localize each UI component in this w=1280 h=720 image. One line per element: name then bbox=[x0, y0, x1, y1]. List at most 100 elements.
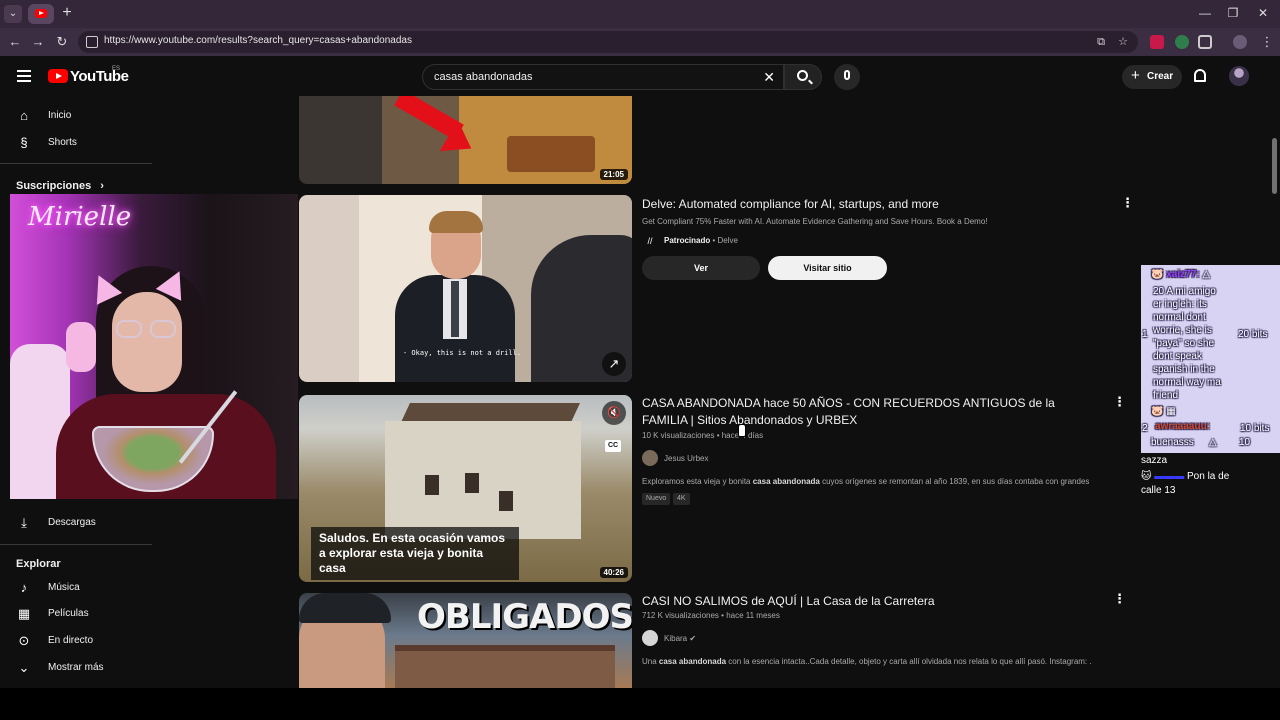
music-note-icon: ♪ bbox=[20, 580, 28, 595]
restore-icon[interactable]: ❐ bbox=[1222, 4, 1244, 22]
sidebar-item-label: Mostrar más bbox=[48, 662, 104, 673]
ad-video-thumbnail[interactable]: - Okay, this is not a drill. ↗ bbox=[299, 195, 632, 382]
ad-title[interactable]: Delve: Automated compliance for AI, star… bbox=[642, 196, 1092, 213]
video-thumbnail[interactable]: OBLIGADOS bbox=[299, 593, 632, 688]
sidebar-item-label: En directo bbox=[48, 635, 94, 646]
chat-bits: 10 bits bbox=[1240, 423, 1270, 434]
channel-avatar[interactable] bbox=[642, 630, 658, 646]
voice-search-button[interactable] bbox=[834, 64, 860, 90]
person-face bbox=[112, 292, 182, 392]
profile-avatar-icon[interactable] bbox=[1233, 35, 1247, 49]
triangle-icon: △ bbox=[1209, 437, 1217, 448]
4k-badge: 4K bbox=[673, 493, 690, 505]
chat-rank-number: 1 bbox=[1142, 329, 1148, 340]
thumbnail-text: OBLIGADOS bbox=[417, 597, 632, 637]
chevron-right-icon: › bbox=[100, 180, 104, 192]
duration-badge: 21:05 bbox=[599, 169, 628, 180]
sidebar-item-live[interactable]: ⊙ En directo bbox=[0, 628, 152, 654]
neon-sign-text: Mirielle bbox=[28, 202, 132, 232]
house-shape bbox=[395, 645, 615, 688]
tab-list-button[interactable]: ⌄ bbox=[4, 5, 22, 23]
chevron-down-icon: ⌄ bbox=[18, 660, 30, 675]
glasses-shape bbox=[114, 320, 180, 340]
sidebar-item-label: Inicio bbox=[48, 110, 72, 121]
sidebar-item-subscriptions[interactable]: Suscripciones › bbox=[16, 180, 104, 192]
site-info-icon[interactable] bbox=[86, 36, 98, 48]
sidebar-item-label: Shorts bbox=[48, 137, 77, 148]
external-link-icon[interactable]: ↗ bbox=[602, 352, 626, 376]
search-button[interactable] bbox=[784, 64, 822, 90]
chat-message: normal way ma bbox=[1153, 377, 1221, 388]
create-button[interactable]: + Crear bbox=[1122, 65, 1182, 89]
duration-badge: 40:26 bbox=[599, 567, 628, 578]
browser-menu-icon[interactable]: ⋮ bbox=[1258, 33, 1276, 51]
sidebar-item-downloads[interactable]: ⤓ Descargas bbox=[0, 510, 152, 536]
pig-emote-icon: 🐷 bbox=[1151, 406, 1164, 417]
avatar[interactable] bbox=[1229, 66, 1249, 86]
minimize-icon[interactable]: — bbox=[1194, 4, 1216, 22]
browser-tab-bar: ⌄ + — ❐ ✕ bbox=[0, 0, 1280, 28]
ad-description: Get Compliant 75% Faster with AI. Automa… bbox=[642, 217, 988, 226]
search-input[interactable]: casas abandonadas ✕ bbox=[422, 64, 784, 90]
headphone-shape bbox=[66, 322, 96, 372]
closed-captions-icon[interactable]: CC bbox=[605, 440, 621, 452]
extension-icon[interactable] bbox=[1150, 35, 1164, 49]
sidebar-divider bbox=[0, 163, 152, 164]
reload-icon[interactable]: ↻ bbox=[53, 33, 71, 51]
scrollbar-thumb[interactable] bbox=[1272, 138, 1277, 194]
menu-icon[interactable] bbox=[17, 70, 31, 82]
cat-emote-icon: 🐱 bbox=[1141, 471, 1152, 482]
forward-icon[interactable]: → bbox=[29, 33, 47, 51]
chat-message: "paya" so she bbox=[1153, 338, 1215, 349]
sidebar-item-home[interactable]: ⌂ Inicio bbox=[0, 103, 152, 129]
chat-rank-number: 2 bbox=[1142, 423, 1148, 434]
address-bar[interactable]: https://www.youtube.com/results?search_q… bbox=[78, 31, 1138, 53]
window-shape bbox=[499, 491, 513, 511]
sidebar-item-movies[interactable]: ▦ Películas bbox=[0, 601, 152, 627]
video-thumbnail[interactable]: 21:05 bbox=[299, 96, 632, 184]
chat-message: worrie, she is bbox=[1153, 325, 1212, 336]
chat-message: sazza bbox=[1141, 455, 1168, 466]
chat-message: buenasss bbox=[1151, 437, 1194, 448]
chat-message: 🐱 ▬▬▬ Pon la de bbox=[1141, 471, 1230, 482]
page-scrollbar[interactable] bbox=[1270, 96, 1280, 688]
mouse-cursor-icon bbox=[738, 424, 746, 437]
video-title[interactable]: CASA ABANDONADA hace 50 AÑOS - CON RECUE… bbox=[642, 395, 1092, 429]
sidebar-item-music[interactable]: ♪ Música bbox=[0, 575, 152, 601]
video-thumbnail[interactable]: Saludos. En esta ocasión vamos a explora… bbox=[299, 395, 632, 582]
bookmark-star-icon[interactable]: ☆ bbox=[1116, 35, 1130, 49]
install-app-icon[interactable]: ⧉ bbox=[1094, 35, 1108, 49]
channel-name[interactable]: Jesus Urbex bbox=[664, 454, 708, 463]
webcam-overlay: Mirielle bbox=[10, 194, 298, 499]
window-shape bbox=[465, 473, 479, 493]
search-query-text[interactable]: casas abandonadas bbox=[434, 71, 532, 83]
extension-icon[interactable] bbox=[1175, 35, 1189, 49]
more-options-icon[interactable]: ⋮ bbox=[1113, 591, 1126, 607]
back-icon[interactable]: ← bbox=[6, 33, 24, 51]
sidebar-item-show-more[interactable]: ⌄ Mostrar más bbox=[0, 655, 152, 681]
watch-button[interactable]: Ver bbox=[642, 256, 760, 280]
close-window-icon[interactable]: ✕ bbox=[1252, 4, 1274, 22]
cap-shape bbox=[299, 593, 391, 623]
url-text[interactable]: https://www.youtube.com/results?search_q… bbox=[104, 35, 412, 46]
stream-chat-overlay: 🐷 xaiz77: △ 20 A mi amigo er ingleh: its… bbox=[1141, 265, 1280, 453]
more-options-icon[interactable]: ⋮ bbox=[1121, 195, 1134, 211]
more-options-icon[interactable]: ⋮ bbox=[1113, 394, 1126, 410]
sidebar-item-shorts[interactable]: § Shorts bbox=[0, 130, 152, 156]
sidebar-item-label: Música bbox=[48, 582, 80, 593]
visit-site-button[interactable]: Visitar sitio bbox=[768, 256, 887, 280]
clear-search-icon[interactable]: ✕ bbox=[763, 69, 775, 85]
muted-speaker-icon[interactable]: 🔇 bbox=[602, 401, 626, 425]
download-icon: ⤓ bbox=[21, 515, 27, 530]
channel-avatar[interactable] bbox=[642, 450, 658, 466]
browser-tab-youtube[interactable] bbox=[28, 4, 54, 24]
youtube-favicon-icon bbox=[35, 9, 47, 18]
new-tab-button[interactable]: + bbox=[58, 4, 76, 22]
chat-user-awraaaauu: awraaaauu: bbox=[1155, 421, 1211, 432]
chat-message: spanish in the bbox=[1153, 364, 1215, 375]
video-title[interactable]: CASI NO SALIMOS de AQUÍ | La Casa de la … bbox=[642, 593, 1092, 610]
shorts-icon: § bbox=[20, 135, 28, 150]
extensions-puzzle-icon[interactable] bbox=[1198, 35, 1212, 49]
channel-name[interactable]: Kibara ✔ bbox=[664, 634, 696, 643]
notifications-bell-icon[interactable] bbox=[1194, 69, 1206, 82]
